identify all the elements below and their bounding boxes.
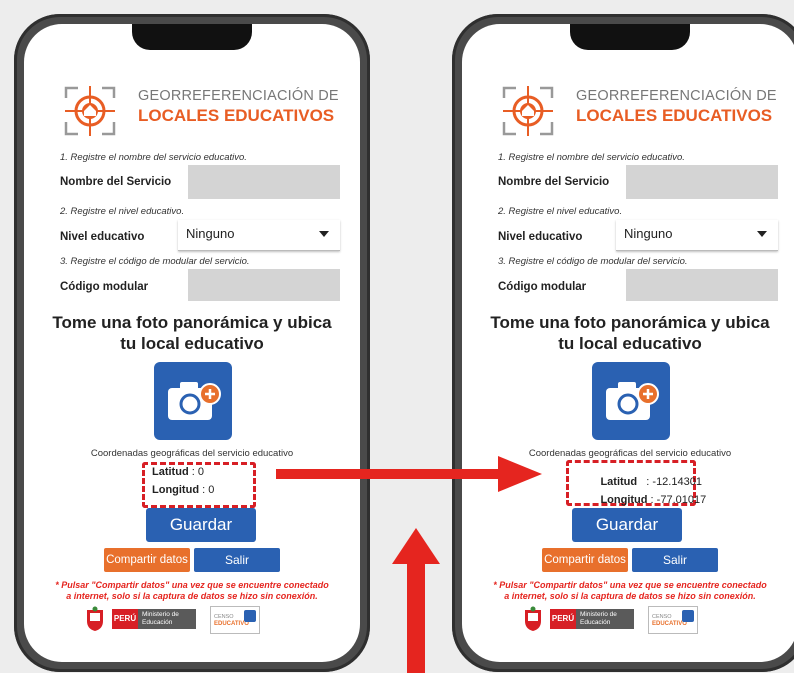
phone-notch: [132, 24, 252, 50]
share-data-button[interactable]: Compartir datos: [104, 548, 190, 572]
georeference-logo-icon: [502, 86, 554, 136]
phone-after: GEORREFERENCIACIÓN DE LOCALES EDUCATIVOS…: [452, 14, 794, 672]
phone-notch: [570, 24, 690, 50]
longitude-row: Longitud : 0: [152, 484, 214, 496]
censo-logo: CENSO EDUCATIVO: [210, 606, 260, 634]
education-level-label: Nivel educativo: [498, 231, 583, 243]
save-button[interactable]: Guardar: [572, 508, 682, 542]
modular-code-input[interactable]: [188, 269, 340, 301]
georeference-logo-icon: [64, 86, 116, 136]
dropdown-caret-icon: [757, 231, 767, 237]
app-screen-before: GEORREFERENCIACIÓN DE LOCALES EDUCATIVOS…: [24, 24, 360, 662]
education-level-label: Nivel educativo: [60, 231, 145, 243]
education-level-select[interactable]: Ninguno: [616, 220, 778, 251]
camera-button[interactable]: [592, 362, 670, 440]
censo-line2: EDUCATIVO: [214, 621, 249, 627]
longitude-value: -77.01017: [656, 494, 707, 506]
censo-logo: CENSO EDUCATIVO: [648, 606, 698, 634]
app-screen-after: GEORREFERENCIACIÓN DE LOCALES EDUCATIVOS…: [462, 24, 794, 662]
photo-heading: Tome una foto panorámica y ubica tu loca…: [490, 313, 770, 353]
latitude-separator: :: [188, 466, 198, 478]
latitude-label: Latitud: [152, 466, 189, 478]
service-name-label: Nombre del Servicio: [498, 176, 610, 188]
latitude-row: Latitud : 0: [152, 466, 204, 478]
longitude-label: Longitud: [600, 494, 648, 506]
step2-instruction: 2. Registre el nivel educativo.: [498, 206, 623, 217]
footer-logos: PERÚ Ministerio de Educación CENSO EDUCA…: [84, 604, 304, 638]
phone-before: GEORREFERENCIACIÓN DE LOCALES EDUCATIVOS…: [14, 14, 370, 672]
censo-chart-icon: [682, 610, 694, 622]
camera-button[interactable]: [154, 362, 232, 440]
app-brand: GEORREFERENCIACIÓN DE LOCALES EDUCATIVOS: [498, 80, 778, 140]
longitude-separator: :: [199, 484, 209, 496]
ministry-badge: Ministerio de Educación: [138, 609, 196, 629]
exit-button[interactable]: Salir: [632, 548, 718, 572]
censo-line1: CENSO: [652, 614, 672, 620]
modular-code-input[interactable]: [626, 269, 778, 301]
step2-instruction: 2. Registre el nivel educativo.: [60, 206, 185, 217]
peru-crest-icon: [87, 606, 103, 631]
footer-logos: PERÚ Ministerio de Educación CENSO EDUCA…: [522, 604, 742, 638]
share-data-button[interactable]: Compartir datos: [542, 548, 628, 572]
censo-line1: CENSO: [214, 614, 234, 620]
service-name-input[interactable]: [188, 165, 340, 199]
photo-heading: Tome una foto panorámica y ubica tu loca…: [52, 313, 332, 353]
offline-notice: * Pulsar "Compartir datos" una vez que s…: [55, 580, 329, 601]
longitude-value: 0: [208, 484, 215, 496]
right-arrow-icon: [276, 456, 542, 492]
censo-chart-icon: [244, 610, 256, 622]
camera-add-icon: [606, 382, 659, 420]
brand-title-line1: GEORREFERENCIACIÓN DE: [576, 88, 777, 104]
step1-instruction: 1. Registre el nombre del servicio educa…: [498, 152, 685, 163]
save-button[interactable]: Guardar: [146, 508, 256, 542]
service-name-input[interactable]: [626, 165, 778, 199]
censo-line2: EDUCATIVO: [652, 621, 687, 627]
step3-instruction: 3. Registre el código de modular del ser…: [60, 256, 250, 267]
peru-crest-icon: [525, 606, 541, 631]
longitude-label: Longitud: [152, 484, 200, 496]
app-brand: GEORREFERENCIACIÓN DE LOCALES EDUCATIVOS: [60, 80, 340, 140]
brand-title-line2: LOCALES EDUCATIVOS: [138, 106, 335, 125]
education-level-value: Ninguno: [624, 226, 673, 241]
step1-instruction: 1. Registre el nombre del servicio educa…: [60, 152, 247, 163]
modular-code-label: Código modular: [60, 281, 149, 293]
offline-notice: * Pulsar "Compartir datos" una vez que s…: [493, 580, 767, 601]
service-name-label: Nombre del Servicio: [60, 176, 172, 188]
peru-badge: PERÚ: [112, 609, 138, 629]
longitude-separator: :: [647, 494, 657, 506]
step3-instruction: 3. Registre el código de modular del ser…: [498, 256, 688, 267]
education-level-value: Ninguno: [186, 226, 235, 241]
dropdown-caret-icon: [319, 231, 329, 237]
exit-button[interactable]: Salir: [194, 548, 280, 572]
peru-badge: PERÚ: [550, 609, 576, 629]
education-level-select[interactable]: Ninguno: [178, 220, 340, 251]
up-arrow-icon: [392, 528, 440, 673]
camera-add-icon: [168, 382, 221, 420]
comparison-stage: GEORREFERENCIACIÓN DE LOCALES EDUCATIVOS…: [0, 0, 794, 673]
latitude-value: 0: [197, 466, 204, 478]
brand-title-line1: GEORREFERENCIACIÓN DE: [138, 88, 339, 104]
modular-code-label: Código modular: [498, 281, 587, 293]
brand-title-line2: LOCALES EDUCATIVOS: [576, 106, 773, 125]
ministry-badge: Ministerio de Educación: [576, 609, 634, 629]
